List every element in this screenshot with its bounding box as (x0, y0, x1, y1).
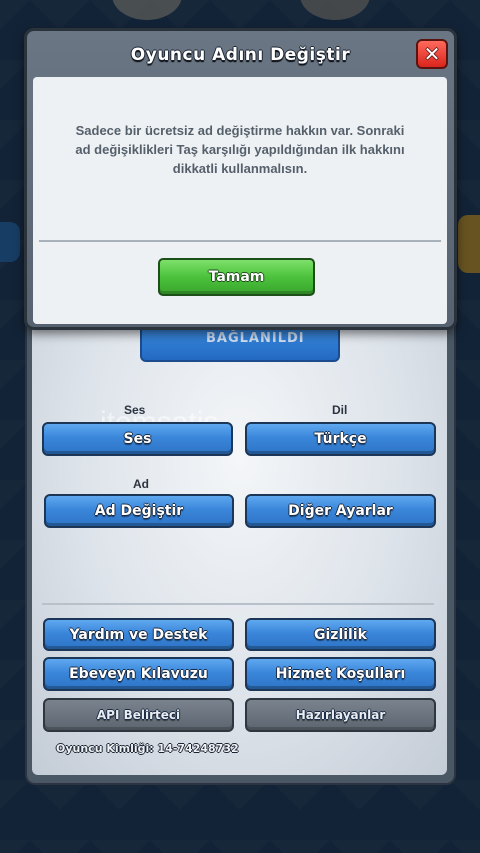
parents-guide-button[interactable]: Ebeveyn Kılavuzu (43, 657, 234, 691)
credits-button[interactable]: Hazırlayanlar (245, 698, 436, 732)
close-button[interactable]: ✕ (416, 39, 448, 69)
api-token-button[interactable]: API Belirteci (43, 698, 234, 732)
dialog-body: Sadece bir ücretsiz ad değiştirme hakkın… (33, 77, 447, 324)
privacy-button[interactable]: Gizlilik (245, 618, 436, 651)
help-support-button[interactable]: Yardım ve Destek (43, 618, 234, 651)
language-label: Dil (332, 403, 348, 417)
change-name-button[interactable]: Ad Değiştir (44, 494, 234, 528)
player-id-text: Oyuncu Kimliği: 14-74248732 (56, 742, 239, 755)
name-label: Ad (133, 477, 149, 491)
section-divider (42, 603, 434, 605)
sound-button[interactable]: Ses (42, 422, 233, 456)
terms-of-service-button[interactable]: Hizmet Koşulları (245, 657, 436, 691)
sound-label: Ses (124, 403, 146, 417)
linked-account-button[interactable]: BAĞLANILDI (140, 325, 340, 362)
close-icon: ✕ (423, 42, 441, 66)
change-name-dialog: Oyuncu Adını Değiştir ✕ Sadece bir ücret… (24, 28, 457, 330)
language-button[interactable]: Türkçe (245, 422, 436, 456)
dialog-divider (39, 240, 441, 242)
dialog-title: Oyuncu Adını Değiştir (130, 45, 351, 65)
ok-button[interactable]: Tamam (158, 258, 315, 296)
other-settings-button[interactable]: Diğer Ayarlar (245, 494, 436, 528)
linked-account-label: BAĞLANILDI (206, 331, 305, 346)
dialog-message: Sadece bir ücretsiz ad değiştirme hakkın… (75, 123, 405, 176)
